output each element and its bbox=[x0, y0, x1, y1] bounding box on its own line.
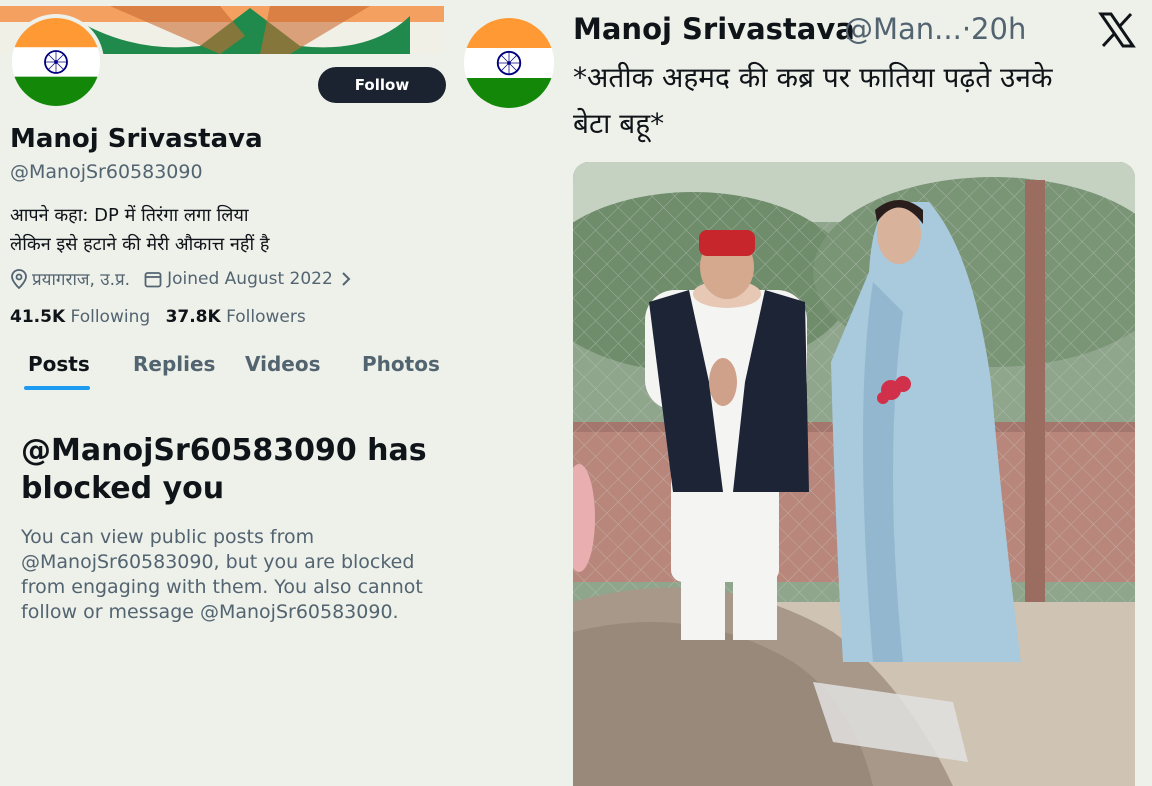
blocked-desc-line: You can view public posts from bbox=[21, 526, 315, 548]
follow-stats: 41.5K Following 37.8K Followers bbox=[10, 307, 306, 327]
chevron-right-icon[interactable] bbox=[341, 271, 351, 286]
following-label: Following bbox=[70, 307, 151, 327]
india-flag-icon bbox=[464, 18, 554, 108]
blocked-description: You can view public posts from @ManojSr6… bbox=[21, 525, 441, 625]
tweet-author-meta: @Man...·20h bbox=[844, 12, 1026, 46]
following-count: 41.5K bbox=[10, 307, 66, 327]
blocked-heading-line-1: @ManojSr60583090 has bbox=[21, 433, 427, 468]
bio-line-2: लेकिन इसे हटाने की मेरी औकात्त नहीं है bbox=[10, 234, 270, 255]
profile-name: Manoj Srivastava bbox=[10, 124, 263, 154]
calendar-icon bbox=[144, 271, 162, 287]
tweet-author-name[interactable]: Manoj Srivastava bbox=[573, 12, 855, 46]
profile-meta: प्रयागराज, उ.प्र. Joined August 2022 bbox=[10, 267, 351, 290]
followers-count: 37.8K bbox=[165, 307, 221, 327]
banner-flag-art bbox=[70, 6, 410, 54]
following-link[interactable]: 41.5K Following bbox=[10, 307, 150, 327]
tweet-author-handle[interactable]: @Man... bbox=[844, 12, 962, 46]
bio-line-1: आपने कहा: DP में तिरंगा लगा लिया bbox=[10, 205, 249, 226]
india-flag-icon bbox=[12, 18, 100, 106]
time-separator: · bbox=[961, 12, 972, 46]
tab-replies[interactable]: Replies bbox=[133, 352, 215, 376]
tweet-text-line-2: बेटा बहू* bbox=[573, 107, 665, 140]
followers-link[interactable]: 37.8K Followers bbox=[166, 307, 306, 327]
blocked-desc-line: from engaging with them. You also cannot bbox=[21, 576, 423, 598]
tweet-photo-illustration bbox=[573, 162, 1135, 786]
blocked-desc-line: follow or message @ManojSr60583090. bbox=[21, 601, 399, 623]
blocked-heading-line-2: blocked you bbox=[21, 471, 225, 506]
active-tab-indicator bbox=[24, 386, 90, 390]
tab-posts[interactable]: Posts bbox=[28, 352, 90, 376]
profile-avatar[interactable] bbox=[8, 14, 104, 110]
tweet-photo[interactable] bbox=[573, 162, 1135, 786]
tab-photos[interactable]: Photos bbox=[362, 352, 440, 376]
joined-text: Joined August 2022 bbox=[167, 268, 333, 289]
profile-handle: @ManojSr60583090 bbox=[10, 161, 203, 183]
tab-videos[interactable]: Videos bbox=[245, 352, 321, 376]
followers-label: Followers bbox=[226, 307, 306, 327]
tweet-time[interactable]: 20h bbox=[971, 12, 1026, 46]
location-text: प्रयागराज, उ.प्र. bbox=[32, 270, 131, 290]
follow-button[interactable]: Follow bbox=[318, 67, 446, 103]
blocked-heading: @ManojSr60583090 has blocked you bbox=[21, 432, 441, 508]
tweet-author-avatar[interactable] bbox=[460, 14, 558, 112]
x-logo-icon[interactable] bbox=[1098, 12, 1136, 48]
map-pin-icon bbox=[11, 268, 27, 289]
blocked-desc-line: @ManojSr60583090, but you are blocked bbox=[21, 551, 415, 573]
tweet-text-line-1: *अतीक अहमद की कब्र पर फातिया पढ़ते उनके bbox=[573, 61, 1053, 94]
